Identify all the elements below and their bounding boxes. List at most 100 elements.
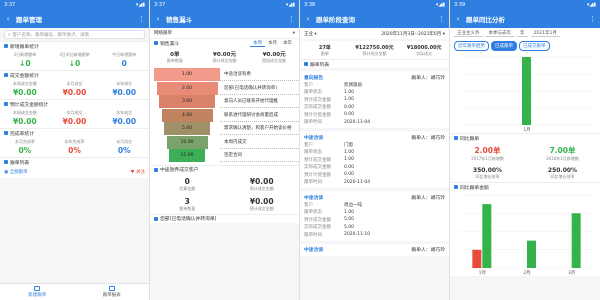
field-key: 跟单时间: [304, 232, 322, 238]
funnel-stage[interactable]: 1.00 中途洽谈有希: [150, 68, 299, 82]
back-icon[interactable]: ‹: [304, 15, 312, 23]
kpi-value: ¥0.00: [112, 117, 137, 126]
kpi-value: ¥0.00: [112, 88, 137, 97]
filter-period[interactable]: 年: [517, 30, 528, 37]
section-icon: [4, 160, 8, 164]
kpi: ¥0.00 预计成交金额: [225, 196, 300, 212]
filter-date[interactable]: 2021年1月: [530, 30, 560, 37]
record-card[interactable]: 中途洽谈 跟单人：胡巧玲 客户 周边一吨 跟单状态 1.00 预计成交金额 5.00 实际成交金…: [300, 191, 449, 241]
pill-deal[interactable]: 已成交跟单: [519, 41, 550, 51]
kpi: 本年完成率 0%: [50, 139, 100, 155]
bar: [522, 57, 531, 125]
screen-follow-management: 3:37 ▾◢▮ ‹ 跟单管理 ⋮ ⌕ 客户名称、跟单编号、跟单要点、详情 新增跟单…: [0, 0, 150, 300]
section-header: 跟单列表: [300, 59, 449, 68]
section-header: 跟单列表: [0, 157, 149, 166]
record-field: 客户 凯佩旗居: [304, 81, 445, 89]
page-title: 销售漏斗: [166, 16, 192, 24]
kpi-label: 预计成交金额: [212, 58, 237, 63]
section-title: 完成率统计: [10, 131, 34, 137]
funnel-stage[interactable]: 3.00 意向人员已联系开始代理推: [150, 95, 299, 109]
filter-owner[interactable]: 王业主义务: [454, 30, 483, 37]
app-bar: ‹ 销售漏斗 ⋮: [150, 10, 299, 28]
back-icon[interactable]: ‹: [454, 15, 462, 23]
pill-done[interactable]: 已成跟单: [491, 41, 517, 51]
pill-trend[interactable]: 近年跟单趋势: [454, 41, 489, 51]
section-title: 您部(已电话确认并转询单): [160, 217, 217, 222]
toggle-week[interactable]: 本周: [250, 40, 265, 47]
funnel-stage[interactable]: 4.00 联系进代理研讨会商量后成: [150, 108, 299, 123]
list-item-follow[interactable]: ♥ 关注: [131, 169, 145, 175]
more-icon[interactable]: ⋮: [438, 15, 445, 23]
kpi-value: 0%: [18, 146, 32, 155]
filter-compare[interactable]: 本季与去年: [485, 30, 514, 37]
toggle-year[interactable]: 本年: [280, 40, 295, 47]
owner-filter[interactable]: 王业 ▾: [304, 31, 317, 37]
toggle-month[interactable]: 本月: [265, 40, 280, 47]
field-value: 5.00: [344, 217, 355, 223]
kpi-value: 0%: [68, 146, 81, 155]
section-icon: [154, 216, 158, 221]
funnel-stage[interactable]: 5.00 需求确认清楚，和客户开始谈价格: [150, 122, 299, 136]
kpi-label: 本年完成率: [64, 139, 85, 144]
app-bar: ‹ 跟单同比分析 ⋮: [450, 10, 600, 28]
tab-report[interactable]: 跟单报表: [75, 284, 150, 300]
funnel-stage[interactable]: 15.00 签定合同: [150, 149, 299, 163]
more-icon[interactable]: ⋮: [138, 15, 145, 23]
kpi-row: 0单 跟单数量 ¥0.00元 预计成交金额 ¥0.00元 提成成交金额: [150, 47, 299, 66]
record-field: 跟单状态 1.00: [304, 209, 445, 217]
back-icon[interactable]: ‹: [4, 15, 12, 23]
kpi-row: 本周成交金额 ¥0.00 本月成交 ¥0.00 本年成交 ¥0.00: [0, 79, 149, 99]
record-card[interactable]: 中途洽谈 跟单人：胡巧玲 客户 门窗 跟单状态 1.00 预计成交金额 1.00 实际成交金额 0…: [300, 131, 449, 188]
kpi-value: ¥0.00: [62, 88, 87, 97]
section-header: 成交金额统计: [0, 70, 149, 79]
list-item-all[interactable]: ▣ 全部跟单: [4, 169, 28, 175]
kpi: 今日新增跟单 0: [99, 52, 149, 68]
tab-new[interactable]: 新建跟单: [0, 284, 75, 300]
status-bar: 3:39 ▾◢▮: [450, 0, 600, 10]
kpi-label: 本月成交: [116, 139, 133, 144]
funnel-label: 意向人员已联系开始代理推: [220, 95, 299, 109]
kpi-value: ¥0.00: [62, 117, 87, 126]
funnel-bar: 10.00: [166, 135, 208, 149]
kpi-label: 预计成交金额: [249, 205, 274, 211]
back-icon[interactable]: ‹: [154, 15, 162, 23]
record-field: 跟单时间 2020-11-04: [304, 119, 445, 127]
bar: [482, 204, 492, 268]
kpi-label: 估算金额: [179, 185, 196, 191]
status-time: 3:37: [154, 2, 166, 8]
kpi-label: 跟单数量: [166, 58, 183, 63]
field-key: 跟单时间: [304, 120, 322, 126]
kpi-value: ↓0: [50, 59, 100, 68]
screen-stage-query: 3:38 ▾◢▮ ‹ 跟单阶段查询 ⋮ 王业 ▾ 2020年11月3日--2021…: [300, 0, 450, 300]
page-title: 跟单管理: [16, 16, 42, 24]
record-card[interactable]: 意向报告 跟单人：胡巧玲 客户 凯佩旗居 跟单状态 1.00 预计成交金额 1.00 实际成交金…: [300, 71, 449, 128]
tab-label: 新建跟单: [28, 293, 47, 298]
kpi: 350.00% 同比增长效率: [450, 166, 525, 180]
record-type: 中途洽谈: [304, 248, 324, 253]
field-value: 2020-11-04: [344, 179, 371, 185]
record-field: 预计计提金额 0.00: [304, 171, 445, 179]
more-icon[interactable]: ⋮: [288, 15, 295, 23]
app-bar: ‹ 跟单管理 ⋮: [0, 10, 149, 28]
kpi: 250.00% 同比增长效率: [525, 166, 600, 180]
sales-funnel: 1.00 中途洽谈有希 2.00 您部(已电话确认并转询单) 3.00 意向人员已联系开始…: [150, 66, 299, 165]
date-range[interactable]: 2020年11月3日--2021年6月 ▾: [381, 31, 445, 37]
funnel-stage[interactable]: 10.00 本周内成交: [150, 135, 299, 150]
kpi-label: 预计成交金额: [249, 185, 274, 191]
field-key: 客户: [304, 82, 313, 88]
record-header: 中途洽谈 跟单人：胡巧玲: [304, 193, 445, 201]
field-value: 1.00: [344, 209, 355, 215]
section-title: 成交金额统计: [10, 73, 39, 79]
record-owner: 跟单人：胡巧玲: [411, 195, 445, 201]
kpi-value: ¥122750.00元: [355, 45, 394, 51]
kpi-row: 3日新增跟单 ↓0 3日对比新增跟单 ↓0 今日新增跟单 0: [0, 50, 149, 70]
field-value: 2020-11-04: [344, 119, 371, 125]
funnel-bar: 4.00: [161, 108, 213, 122]
more-icon[interactable]: ⋮: [589, 15, 596, 23]
kpi-label: 3日对比新增跟单: [59, 52, 90, 57]
record-card[interactable]: 中途洽谈 跟单人：胡巧玲: [300, 243, 449, 256]
funnel-stage[interactable]: 2.00 您部(已电话确认并转询单): [150, 81, 299, 96]
kpi: ¥18000.00元 实际成交: [399, 43, 449, 57]
group-select[interactable]: 网络跟单 ▾: [150, 28, 299, 38]
search-input[interactable]: ⌕ 客户名称、跟单编号、跟单要点、详情: [4, 30, 145, 39]
